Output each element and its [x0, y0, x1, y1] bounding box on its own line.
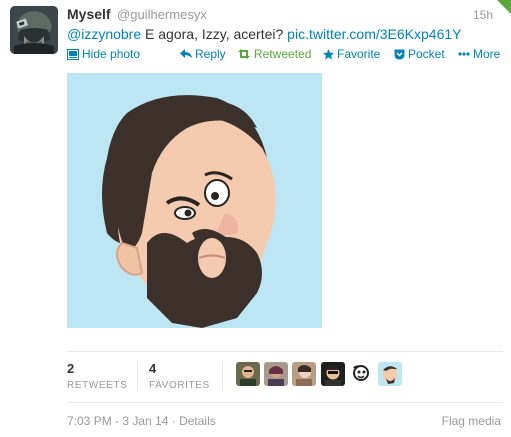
flag-media-link[interactable]: Flag media	[442, 414, 501, 428]
retweeted-label: Retweeted	[254, 47, 312, 61]
favorite-button[interactable]: Favorite	[323, 47, 380, 61]
pocket-button[interactable]: Pocket	[394, 47, 445, 61]
favoriter-avatar[interactable]	[349, 362, 373, 386]
favorites-stat[interactable]: 4 FAVORITES	[149, 361, 210, 391]
tweet-body-text: E agora, Izzy, acertei?	[141, 26, 288, 42]
details-link[interactable]: Details	[179, 414, 216, 428]
user-username[interactable]: @guilhermesyx	[117, 7, 207, 22]
photo-icon	[67, 48, 79, 60]
retweets-label: RETWEETS	[67, 380, 128, 391]
favoriter-avatar[interactable]	[378, 362, 402, 386]
tweet-datetime: 7:03 PM - 3 Jan 14	[67, 414, 169, 428]
user-fullname[interactable]: Myself	[67, 6, 111, 22]
mention-link[interactable]: @izzynobre	[67, 26, 141, 42]
favoriter-avatar[interactable]	[321, 362, 345, 386]
favoriter-avatar[interactable]	[292, 362, 316, 386]
media-link[interactable]: pic.twitter.com/3E6Kxp461Y	[287, 26, 461, 42]
divider-top	[67, 351, 503, 352]
retweeted-button[interactable]: Retweeted	[237, 47, 311, 61]
tweet-header: Myself @guilhermesyx 15h	[67, 6, 501, 24]
retweets-count: 2	[67, 361, 75, 376]
more-dots-icon	[458, 52, 470, 56]
retweets-stat[interactable]: 2 RETWEETS	[67, 361, 127, 391]
pocket-icon	[394, 49, 405, 60]
tweet-media-photo[interactable]	[67, 73, 322, 328]
tweet-actions: Hide photo Reply Retweeted Favorite Pock	[67, 47, 503, 63]
favorite-label: Favorite	[337, 47, 381, 61]
reply-button[interactable]: Reply	[180, 47, 226, 61]
tweet-timestamp[interactable]: 15h	[473, 8, 493, 22]
reply-label: Reply	[195, 47, 226, 61]
favorites-label: FAVORITES	[149, 380, 210, 391]
tweet-text: @izzynobre E agora, Izzy, acertei? pic.t…	[67, 26, 461, 42]
more-button[interactable]: More	[458, 47, 500, 61]
footer-separator: ·	[168, 414, 180, 428]
stats-separator	[137, 361, 138, 391]
more-label: More	[473, 47, 501, 61]
favoriter-avatar[interactable]	[264, 362, 288, 386]
pocket-label: Pocket	[408, 47, 445, 61]
favorites-count: 4	[149, 361, 157, 376]
reply-icon	[180, 49, 192, 59]
hide-photo-label: Hide photo	[82, 47, 141, 61]
tweet: Myself @guilhermesyx 15h @izzynobre E ag…	[0, 0, 511, 437]
hide-photo-button[interactable]: Hide photo	[67, 47, 140, 61]
favoriter-avatar[interactable]	[236, 362, 260, 386]
tweet-footer: 7:03 PM - 3 Jan 14 · Details Flag media	[67, 414, 503, 428]
retweet-icon	[237, 49, 251, 59]
stats-separator	[222, 361, 223, 391]
user-avatar[interactable]	[10, 6, 58, 54]
favorite-star-icon	[323, 48, 334, 60]
divider-bottom	[67, 402, 503, 403]
